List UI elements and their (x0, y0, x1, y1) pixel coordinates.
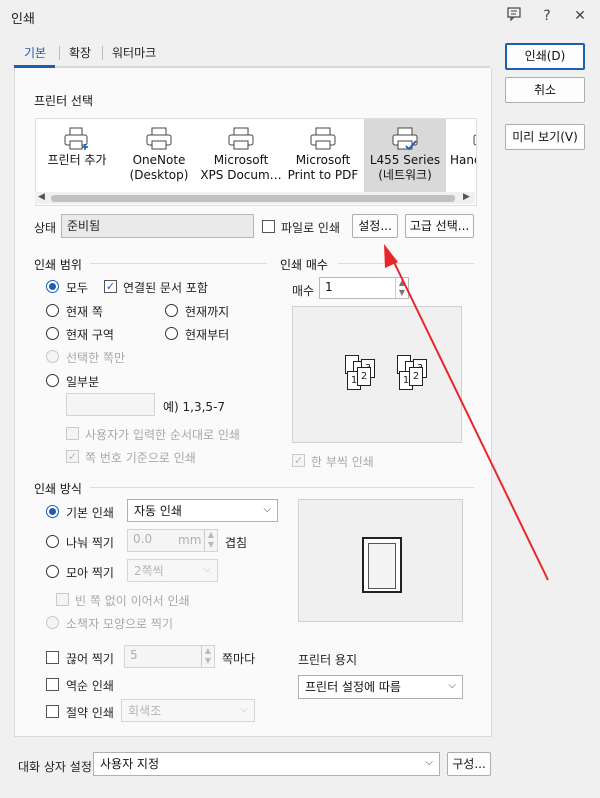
annotation-arrow (384, 244, 549, 581)
